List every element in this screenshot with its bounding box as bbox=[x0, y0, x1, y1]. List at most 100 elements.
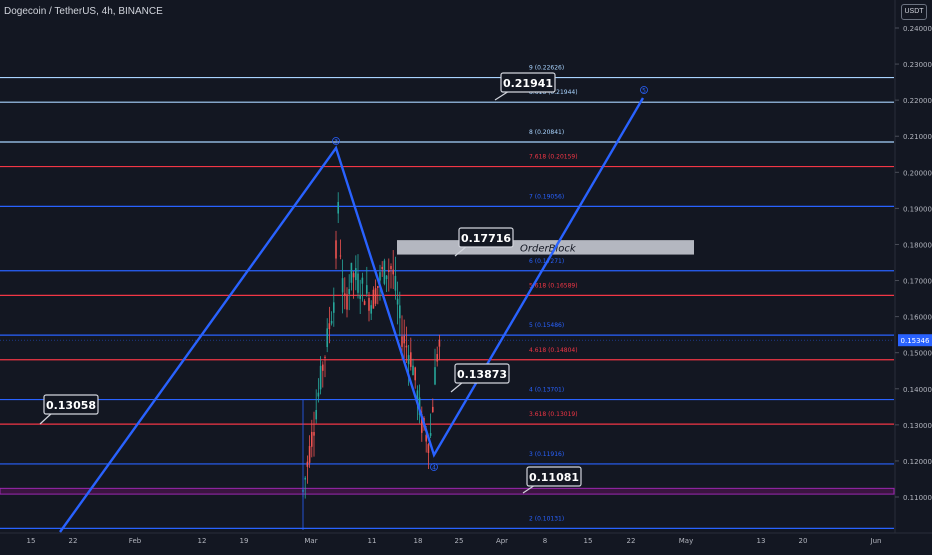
y-tick-label: 0.24000 bbox=[903, 25, 932, 33]
fib-level-label: 7 (0.19056) bbox=[529, 193, 564, 200]
candle-body bbox=[344, 293, 346, 296]
y-tick-label: 0.15000 bbox=[903, 350, 932, 358]
x-tick-label: 11 bbox=[368, 537, 377, 545]
candle-body bbox=[304, 477, 306, 480]
candle-body bbox=[306, 461, 309, 467]
candle-body bbox=[335, 240, 337, 259]
candle-body bbox=[407, 355, 410, 365]
candle-body bbox=[346, 294, 348, 310]
candle-body bbox=[381, 266, 383, 270]
x-tick-label: 13 bbox=[757, 537, 766, 545]
callout-pointer bbox=[39, 412, 53, 425]
candle-body bbox=[363, 301, 366, 305]
x-tick-label: Mar bbox=[304, 537, 317, 545]
fib-level-label: 8 (0.20841) bbox=[529, 129, 564, 136]
candle-body bbox=[379, 272, 381, 281]
currency-selector[interactable]: USDT bbox=[901, 4, 927, 20]
candle-body bbox=[352, 273, 355, 278]
candle-body bbox=[315, 410, 317, 420]
y-tick-label: 0.17000 bbox=[903, 278, 932, 286]
candle-body bbox=[412, 365, 414, 376]
x-tick-label: Feb bbox=[129, 537, 142, 545]
y-tick-label: 0.16000 bbox=[903, 314, 932, 322]
x-tick-label: 8 bbox=[543, 537, 547, 545]
x-tick-label: 15 bbox=[27, 537, 36, 545]
x-tick-label: 15 bbox=[584, 537, 593, 545]
fib-level-label: 2 (0.10131) bbox=[529, 515, 564, 522]
candle-body bbox=[388, 270, 390, 272]
candle-body bbox=[436, 354, 438, 362]
candle-body bbox=[390, 266, 392, 270]
candle-body bbox=[359, 295, 361, 299]
candle-body bbox=[392, 269, 394, 275]
x-tick-label: 19 bbox=[240, 537, 249, 545]
candle-body bbox=[427, 444, 430, 453]
candle-body bbox=[432, 406, 434, 413]
chart-area[interactable]: 0.24000 0.23000 0.22000 0.21000 0.20000 0.190… bbox=[0, 0, 932, 550]
candle-body bbox=[405, 345, 408, 348]
candle-body bbox=[399, 305, 401, 319]
x-tick-label: 22 bbox=[627, 537, 636, 545]
candle-body bbox=[348, 289, 350, 295]
candle-body bbox=[361, 277, 364, 284]
candle-body bbox=[341, 278, 344, 293]
x-tick-label: 25 bbox=[455, 537, 464, 545]
candle-body bbox=[311, 431, 313, 447]
fib-level-label: 7.618 (0.20159) bbox=[529, 154, 578, 161]
y-tick-label: 0.11000 bbox=[903, 494, 932, 502]
x-tick-label: 20 bbox=[799, 537, 808, 545]
wave-label: 4 bbox=[432, 464, 436, 471]
candle-body bbox=[410, 352, 412, 367]
y-tick-label: 0.18000 bbox=[903, 241, 932, 249]
fib-level-label: 5.618 (0.16589) bbox=[529, 282, 578, 289]
x-tick-label: Jun bbox=[870, 537, 882, 545]
candle-body bbox=[372, 289, 375, 309]
candle-body bbox=[339, 255, 342, 257]
candle-body bbox=[319, 365, 322, 390]
candle-body bbox=[324, 356, 326, 358]
candle-body bbox=[368, 298, 370, 311]
y-tick-label: 0.14000 bbox=[903, 386, 932, 394]
x-tick-label: 12 bbox=[198, 537, 207, 545]
y-tick-label: 0.13000 bbox=[903, 422, 932, 430]
candle-body bbox=[330, 320, 333, 324]
y-tick-label: 0.23000 bbox=[903, 61, 932, 69]
support-zone bbox=[0, 487, 895, 495]
chart-canvas[interactable]: 0.24000 0.23000 0.22000 0.21000 0.20000 0.190… bbox=[0, 0, 932, 550]
candle-body bbox=[385, 275, 388, 280]
x-tick-label: May bbox=[679, 537, 693, 545]
wave-label: 5 bbox=[642, 87, 646, 94]
price-callout-label: 0.11081 bbox=[529, 471, 579, 484]
wave-label: 3 bbox=[334, 138, 338, 145]
candle-body bbox=[308, 446, 311, 463]
candle-body bbox=[333, 302, 335, 313]
candle-body bbox=[328, 323, 331, 330]
price-callout-label: 0.13058 bbox=[46, 399, 96, 412]
candle-body bbox=[434, 367, 436, 385]
price-callout-label: 0.17716 bbox=[461, 232, 511, 245]
candle-body bbox=[377, 286, 379, 288]
price-callout-label: 0.13873 bbox=[457, 368, 507, 381]
fib-level-label: 3.618 (0.13019) bbox=[529, 411, 578, 418]
y-tick-label: 0.22000 bbox=[903, 97, 932, 105]
fib-level-label: 9 (0.22626) bbox=[529, 65, 564, 72]
price-callout-label: 0.21941 bbox=[503, 77, 553, 90]
fib-level-label: 5 (0.15486) bbox=[529, 322, 564, 329]
x-tick-label: Apr bbox=[496, 537, 508, 545]
candle-body bbox=[429, 433, 432, 436]
x-tick-label: 22 bbox=[69, 537, 78, 545]
candle-body bbox=[403, 335, 405, 344]
candle-body bbox=[374, 288, 377, 304]
candle-body bbox=[337, 201, 339, 214]
order-block-label: OrderBlock bbox=[520, 243, 577, 254]
candle-body bbox=[396, 298, 399, 305]
candle-body bbox=[326, 328, 328, 348]
x-tick-label: 18 bbox=[414, 537, 423, 545]
y-tick-label: 0.12000 bbox=[903, 458, 932, 466]
candle-body bbox=[438, 339, 441, 347]
candle-body bbox=[355, 268, 357, 281]
candle-body bbox=[357, 273, 359, 293]
current-price-label: 0.15346 bbox=[901, 337, 930, 345]
y-tick-label: 0.21000 bbox=[903, 133, 932, 141]
fib-level-label: 4 (0.13701) bbox=[529, 387, 564, 394]
